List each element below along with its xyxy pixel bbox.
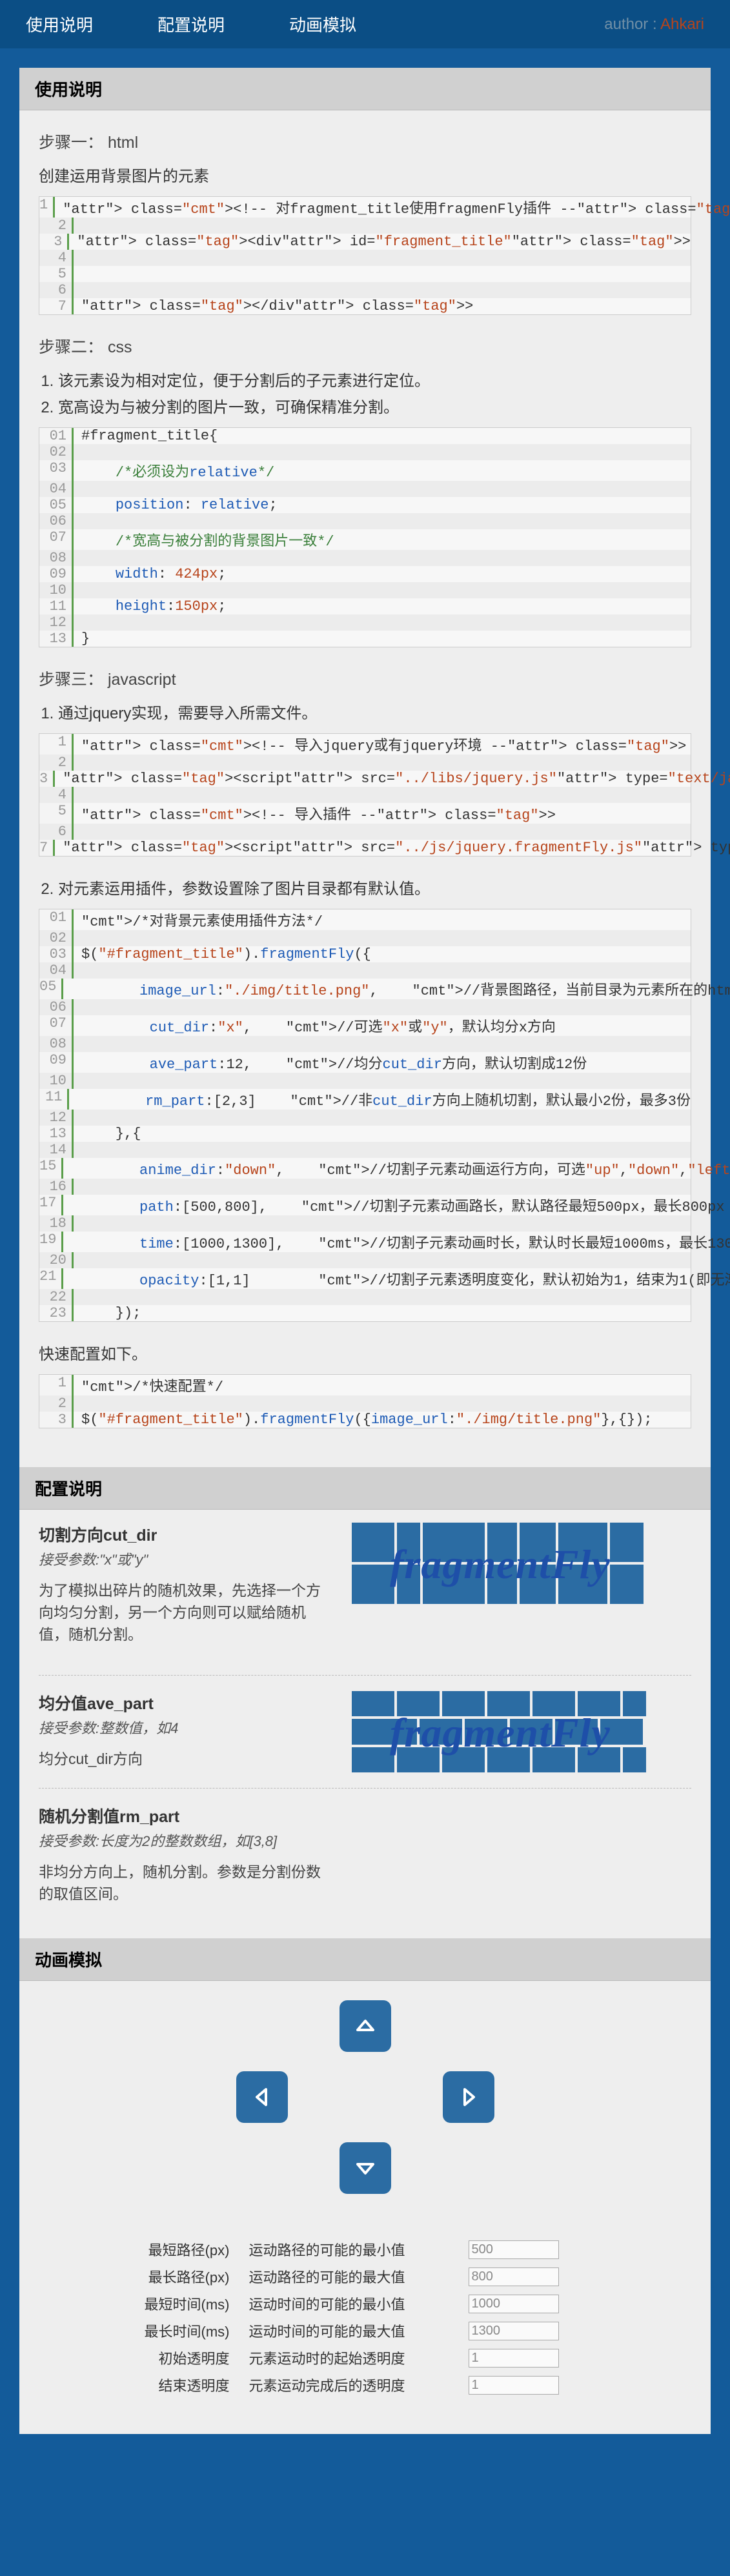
form-key: 最长路径(px) — [120, 2266, 249, 2287]
chevron-right-icon — [454, 2083, 483, 2111]
cfg1-title: 切割方向cut_dir — [39, 1523, 332, 1546]
dir-right-button[interactable] — [443, 2071, 494, 2123]
form-desc: 运动路径的可能的最小值 — [249, 2239, 469, 2260]
code-block-2: 01#fragment_title{0203 /*必须设为relative*/0… — [39, 427, 691, 647]
form-row: 最短路径(px)运动路径的可能的最小值 — [120, 2239, 611, 2260]
nav-config[interactable]: 配置说明 — [157, 12, 225, 36]
cfg3-title: 随机分割值rm_part — [39, 1804, 332, 1827]
form-input[interactable] — [469, 2376, 559, 2395]
form-row: 最长路径(px)运动路径的可能的最大值 — [120, 2266, 611, 2287]
chevron-down-icon — [351, 2154, 380, 2182]
step3-label: 步骤三： javascript — [39, 667, 691, 690]
code-block-5: 1"cmt">/*快速配置*/23$("#fragment_title").fr… — [39, 1374, 691, 1428]
code-block-1: 1"attr"> class="cmt"><!-- 对fragment_titl… — [39, 196, 691, 315]
form-row: 初始透明度元素运动时的起始透明度 — [120, 2348, 611, 2368]
dir-up-button[interactable] — [340, 2000, 391, 2052]
cfg3-args: 接受参数:长度为2的整数数组，如[3,8] — [39, 1830, 332, 1851]
step3-li1: 通过jquery实现，需要导入所需文件。 — [58, 700, 691, 723]
code-block-3: 1"attr"> class="cmt"><!-- 导入jquery或有jque… — [39, 733, 691, 857]
code-block-4: 01"cmt">/*对背景元素使用插件方法*/0203$("#fragment_… — [39, 909, 691, 1322]
section-usage-header: 使用说明 — [19, 68, 711, 110]
form-row: 最短时间(ms)运动时间的可能的最小值 — [120, 2293, 611, 2314]
chevron-up-icon — [351, 2012, 380, 2040]
form-desc: 元素运动时的起始透明度 — [249, 2348, 469, 2368]
cfg3-desc: 非均分方向上，随机分割。参数是分割份数的取值区间。 — [39, 1860, 332, 1903]
frag-label-2: fragmentFly — [352, 1691, 649, 1775]
step2-li1: 该元素设为相对定位，便于分割后的子元素进行定位。 — [58, 368, 691, 390]
cfg2-args: 接受参数:整数值，如4 — [39, 1717, 332, 1738]
dir-left-button[interactable] — [236, 2071, 288, 2123]
form-key: 最短路径(px) — [120, 2239, 249, 2260]
form-row: 结束透明度元素运动完成后的透明度 — [120, 2375, 611, 2395]
form-key: 初始透明度 — [120, 2348, 249, 2368]
form-desc: 运动时间的可能的最大值 — [249, 2320, 469, 2341]
form-desc: 运动路径的可能的最大值 — [249, 2266, 469, 2287]
form-input[interactable] — [469, 2322, 559, 2340]
step1-label: 步骤一： html — [39, 130, 691, 153]
section-config-header: 配置说明 — [19, 1467, 711, 1510]
step1-desc: 创建运用背景图片的元素 — [39, 163, 691, 186]
step2-li2: 宽高设为与被分割的图片一致，可确保精准分割。 — [58, 394, 691, 417]
frag-preview-2: fragmentFly — [352, 1691, 649, 1775]
top-nav: 使用说明 配置说明 动画模拟 author : Ahkari — [0, 0, 730, 48]
author-link[interactable]: Ahkari — [660, 15, 704, 33]
cfg2-desc: 均分cut_dir方向 — [39, 1747, 332, 1769]
frag-label-1: fragmentFly — [352, 1523, 649, 1607]
form-row: 最长时间(ms)运动时间的可能的最大值 — [120, 2320, 611, 2341]
chevron-left-icon — [248, 2083, 276, 2111]
form-key: 最长时间(ms) — [120, 2320, 249, 2341]
frag-preview-1: fragmentFly — [352, 1523, 649, 1607]
form-input[interactable] — [469, 2349, 559, 2368]
nav-usage[interactable]: 使用说明 — [26, 12, 93, 36]
form-desc: 运动时间的可能的最小值 — [249, 2293, 469, 2314]
anim-form: 最短路径(px)运动路径的可能的最小值最长路径(px)运动路径的可能的最大值最短… — [120, 2233, 611, 2402]
form-input[interactable] — [469, 2267, 559, 2286]
step3-li2: 对元素运用插件，参数设置除了图片目录都有默认值。 — [58, 876, 691, 898]
quick-label: 快速配置如下。 — [39, 1341, 691, 1364]
form-key: 最短时间(ms) — [120, 2293, 249, 2314]
cfg1-desc: 为了模拟出碎片的随机效果，先选择一个方向均匀分割，另一个方向则可以赋给随机值，随… — [39, 1578, 332, 1644]
nav-anim[interactable]: 动画模拟 — [289, 12, 356, 36]
cfg1-args: 接受参数:"x"或"y" — [39, 1548, 332, 1569]
step2-label: 步骤二： css — [39, 334, 691, 358]
author: author : Ahkari — [604, 15, 704, 34]
dir-down-button[interactable] — [340, 2142, 391, 2194]
form-input[interactable] — [469, 2240, 559, 2259]
author-label: author : — [604, 15, 656, 33]
cfg2-title: 均分值ave_part — [39, 1691, 332, 1714]
section-anim-header: 动画模拟 — [19, 1938, 711, 1981]
form-key: 结束透明度 — [120, 2375, 249, 2395]
form-desc: 元素运动完成后的透明度 — [249, 2375, 469, 2395]
form-input[interactable] — [469, 2295, 559, 2313]
